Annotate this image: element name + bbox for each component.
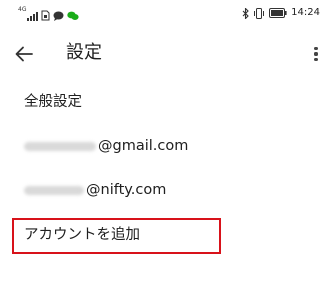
app-bar: 設定	[0, 26, 330, 80]
add-account-item[interactable]: アカウントを追加	[12, 218, 221, 254]
account-email-suffix: @gmail.com	[98, 138, 189, 154]
account-label: @nifty.com	[24, 180, 166, 200]
bluetooth-icon	[242, 7, 249, 19]
arrow-left-icon	[15, 46, 33, 62]
vibrate-icon	[254, 7, 265, 19]
account-email-suffix: @nifty.com	[86, 182, 167, 198]
more-options-button[interactable]	[308, 40, 324, 68]
message-bubble-icon	[53, 11, 64, 21]
battery-icon	[269, 8, 287, 18]
settings-screen: 4G 14:24 設定 全般設定 @gmail.com @nifty.com ア…	[0, 0, 330, 282]
network-type-label: 4G	[18, 6, 27, 13]
more-vertical-icon-dot	[314, 52, 318, 56]
page-title: 設定	[66, 42, 102, 63]
status-time: 14:24	[291, 7, 320, 18]
status-bar: 4G 14:24	[0, 0, 330, 26]
more-vertical-icon-dot	[314, 57, 318, 61]
account-item-nifty[interactable]: @nifty.com	[0, 168, 330, 212]
account-label: @gmail.com	[24, 136, 188, 156]
status-bar-right: 14:24	[242, 7, 320, 19]
wechat-icon	[67, 11, 80, 20]
back-button[interactable]	[10, 40, 38, 68]
more-vertical-icon	[314, 47, 318, 51]
signal-icon	[27, 12, 39, 21]
account-item-gmail[interactable]: @gmail.com	[0, 124, 330, 168]
redacted-username	[24, 141, 96, 151]
general-settings-label: 全般設定	[24, 94, 82, 110]
general-settings-item[interactable]: 全般設定	[0, 80, 330, 124]
status-bar-left: 4G	[18, 6, 80, 21]
redacted-username	[24, 185, 84, 195]
add-account-label: アカウントを追加	[24, 227, 140, 243]
sim-card-icon	[41, 10, 50, 21]
